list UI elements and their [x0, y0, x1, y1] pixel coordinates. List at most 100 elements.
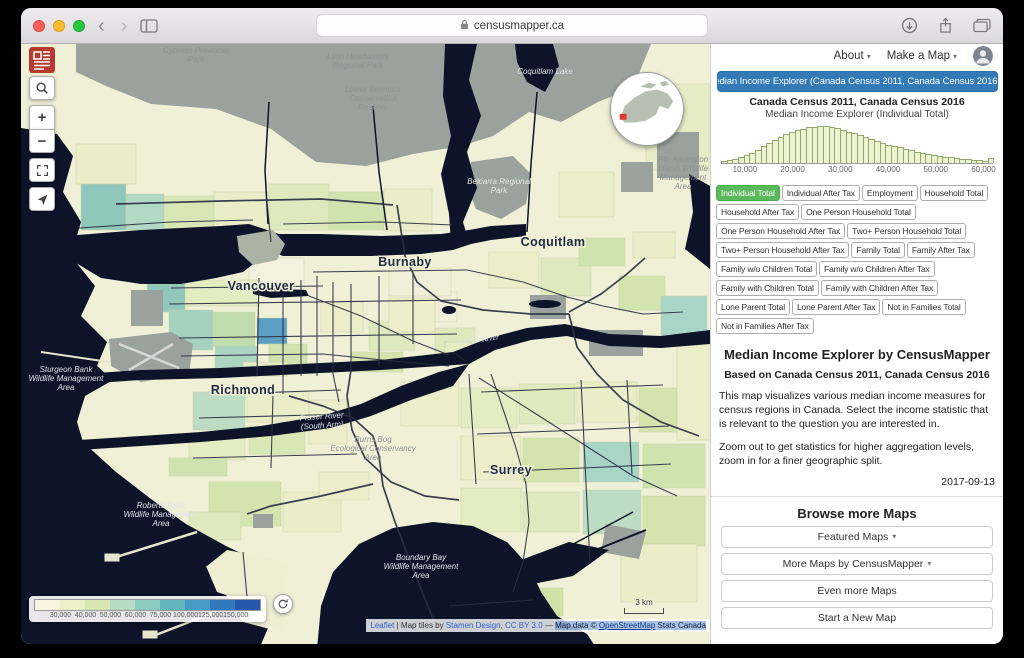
- zoom-in-button[interactable]: +: [29, 105, 55, 129]
- lock-icon: [460, 19, 469, 33]
- measure-button-family-w-o-children-after-tax[interactable]: Family w/o Children After Tax: [819, 260, 935, 277]
- measure-button-family-after-tax[interactable]: Family After Tax: [906, 241, 975, 258]
- measure-button-lone-parent-total[interactable]: Lone Parent Total: [716, 298, 790, 315]
- city-label-surrey: Surrey: [490, 463, 532, 477]
- share-icon[interactable]: [938, 17, 953, 34]
- start-a-new-map-button[interactable]: Start a New Map: [721, 606, 993, 629]
- downloads-icon[interactable]: [901, 17, 918, 34]
- measure-button-one-person-household-total[interactable]: One Person Household Total: [801, 203, 916, 220]
- measure-button-two-person-household-after-tax[interactable]: Two+ Person Household After Tax: [716, 241, 850, 258]
- measure-button-individual-after-tax[interactable]: Individual After Tax: [781, 184, 860, 201]
- measure-buttons: Individual Total Individual After Tax Empl…: [715, 183, 999, 335]
- measure-button-family-total[interactable]: Family Total: [851, 241, 905, 258]
- close-window-button[interactable]: [33, 19, 45, 32]
- chevron-down-icon: ▾: [952, 51, 957, 61]
- map-search-button[interactable]: [29, 76, 55, 100]
- axis-tick-label: 50,000: [923, 165, 948, 174]
- histogram-bar: [987, 157, 995, 163]
- fullscreen-button[interactable]: [29, 158, 55, 182]
- map-date: 2017-09-13: [941, 475, 995, 488]
- measure-button-household-total[interactable]: Household Total: [919, 184, 989, 201]
- more-maps-by-censusmapper-button[interactable]: More Maps by CensusMapper ▾: [721, 552, 993, 575]
- map-title-text: Median Income Explorer (Canada Census 20…: [717, 76, 998, 87]
- attribution-link[interactable]: OpenStreetMap: [598, 621, 656, 630]
- legend-labels: 30,000 40,000 50,000 60,000 75,000 100,000 125…: [35, 612, 260, 619]
- attribution-link[interactable]: CC BY 3.0: [505, 621, 543, 630]
- map-attribution: Leaflet | Map tiles by Stamen Design, CC…: [366, 619, 710, 632]
- canada-inset-minimap[interactable]: [610, 72, 684, 146]
- legend-color-segment: [210, 600, 235, 610]
- locate-arrow-icon: [37, 194, 47, 205]
- attribution-text: —: [542, 621, 556, 630]
- featured-maps-button[interactable]: Featured Maps ▾: [721, 525, 993, 548]
- legend-value-label: 75,000: [149, 612, 172, 619]
- measure-button-family-with-children-after-tax[interactable]: Family with Children After Tax: [820, 279, 939, 296]
- legend-value-label: 60,000: [124, 612, 147, 619]
- legend-refresh-button[interactable]: [273, 594, 293, 614]
- legend-value-label: 125,000: [198, 612, 224, 619]
- nav-make-a-map[interactable]: Make a Map ▾: [887, 50, 957, 62]
- measure-button-not-in-families-total[interactable]: Not in Families Total: [882, 298, 966, 315]
- legend-color-segment: [85, 600, 110, 610]
- measure-button-household-after-tax[interactable]: Household After Tax: [716, 203, 800, 220]
- chevron-down-icon: ▾: [866, 51, 871, 61]
- census-source-line: Canada Census 2011, Canada Census 2016: [749, 96, 965, 108]
- description-paragraph: Zoom out to get statistics for higher ag…: [719, 440, 975, 467]
- description-heading: Median Income Explorer by CensusMapper: [724, 347, 990, 362]
- map-description: Median Income Explorer by CensusMapper B…: [711, 335, 1003, 488]
- axis-tick-label: 60,000: [971, 165, 996, 174]
- legend-value-label: 30,000: [49, 612, 72, 619]
- map-pane: Cypress Provincial Park Lynn Headwaters Re…: [21, 44, 710, 644]
- forward-button[interactable]: ›: [118, 16, 131, 36]
- chevron-down-icon: ▾: [927, 559, 932, 569]
- minimize-window-button[interactable]: [53, 19, 65, 32]
- even-more-maps-button[interactable]: Even more Maps: [721, 579, 993, 602]
- browser-window: ‹ › censusmapper.ca Cypress Provincial P…: [21, 8, 1003, 644]
- nav-about[interactable]: About ▾: [834, 50, 871, 62]
- axis-tick-label: 30,000: [828, 165, 853, 174]
- zoom-window-button[interactable]: [73, 19, 85, 32]
- browse-buttons: Featured Maps ▾ More Maps by CensusMapper ▾…: [721, 525, 993, 629]
- map-canvas[interactable]: Cypress Provincial Park Lynn Headwaters Re…: [21, 44, 710, 644]
- axis-tick-label: 40,000: [875, 165, 901, 174]
- water-label-coquitlam-lake: Coquitlam Lake: [517, 67, 573, 76]
- legend-color-segment: [35, 600, 60, 610]
- canada-map-icon: [619, 80, 674, 123]
- description-subheading: Based on Canada Census 2011, Canada Cens…: [724, 369, 990, 381]
- address-bar[interactable]: censusmapper.ca: [316, 14, 708, 37]
- sidebar-toggle-icon[interactable]: [140, 18, 158, 33]
- avatar[interactable]: [973, 46, 993, 66]
- zoom-out-button[interactable]: −: [29, 129, 55, 153]
- refresh-icon: [278, 599, 288, 609]
- measure-button-lone-parent-after-tax[interactable]: Lone Parent After Tax: [791, 298, 881, 315]
- measure-button-family-w-o-children-total[interactable]: Family w/o Children Total: [716, 260, 818, 277]
- legend-value-label: 100,000: [173, 612, 199, 619]
- browse-heading: Browse more Maps: [797, 505, 917, 521]
- scale-label: 3 km: [635, 598, 653, 607]
- chevron-down-icon: ▾: [892, 532, 897, 542]
- tabs-overview-icon[interactable]: [973, 18, 991, 33]
- measure-button-two-person-household-total[interactable]: Two+ Person Household Total: [847, 222, 967, 239]
- legend-color-segment: [60, 600, 85, 610]
- attribution-link[interactable]: Stamen Design: [446, 621, 501, 630]
- back-button[interactable]: ‹: [95, 16, 108, 36]
- attribution-text: Map data ©: [555, 621, 599, 630]
- histogram-bars: [721, 126, 995, 164]
- measure-button-one-person-household-after-tax[interactable]: One Person Household After Tax: [716, 222, 846, 239]
- measure-button-individual-total[interactable]: Individual Total: [716, 184, 780, 201]
- window-controls: [33, 19, 85, 32]
- axis-tick-label: 10,000: [732, 165, 758, 174]
- axis-tick-label: 20,000: [780, 165, 805, 174]
- attribution-link[interactable]: Leaflet: [370, 621, 394, 630]
- measure-button-not-in-families-after-tax[interactable]: Not in Families After Tax: [716, 317, 814, 334]
- city-label-vancouver: Vancouver: [228, 279, 295, 293]
- browse-maps-section: Browse more Maps Featured Maps ▾ More Maps…: [711, 495, 1003, 629]
- measure-button-family-with-children-total[interactable]: Family with Children Total: [716, 279, 819, 296]
- water-label-fraser-south-arm: Fraser River(South Arm): [299, 410, 344, 431]
- measure-button-employment[interactable]: Employment: [861, 184, 918, 201]
- locate-button[interactable]: [29, 187, 55, 211]
- map-title-dropdown[interactable]: Median Income Explorer (Canada Census 20…: [717, 71, 998, 92]
- legend-color-segment: [235, 600, 260, 610]
- censusmapper-logo[interactable]: [29, 47, 55, 73]
- scale-bar: 3 km: [624, 598, 664, 614]
